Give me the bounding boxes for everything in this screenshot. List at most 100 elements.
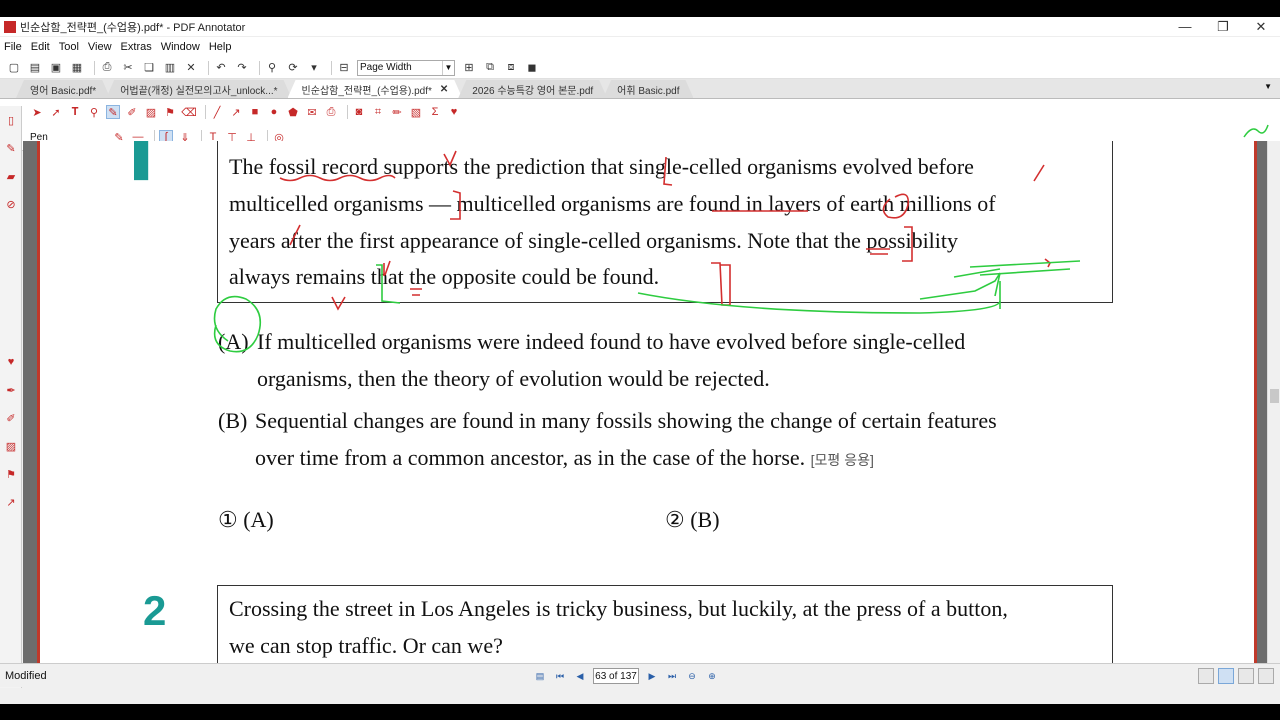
choice-2[interactable]: ② (B)	[665, 507, 720, 533]
text-select-icon[interactable]: 𝐓	[68, 105, 82, 119]
highlighter-favorite-icon[interactable]: ✐	[0, 404, 22, 432]
menu-window[interactable]: Window	[161, 41, 200, 53]
tab-vocab-basic[interactable]: 어휘 Basic.pdf	[603, 80, 693, 98]
passage-line: multicelled organisms — multicelled orga…	[229, 191, 996, 216]
tab-english-basic[interactable]: 영어 Basic.pdf*	[16, 80, 110, 98]
cut-icon[interactable]: ✂	[120, 60, 136, 76]
two-page-view-icon[interactable]	[1238, 668, 1254, 684]
status-text: Modified	[5, 669, 47, 682]
pen-shortcut-icon[interactable]: ✎	[0, 134, 22, 162]
close-tab-icon[interactable]: ✕	[440, 84, 448, 95]
menu-file[interactable]: File	[4, 41, 22, 53]
favorites-heart-icon[interactable]: ♥	[0, 348, 22, 376]
toolbar-divider	[94, 60, 95, 75]
select-annotation-icon[interactable]: ➚	[49, 105, 63, 119]
tab-suneung-special[interactable]: 2026 수능특강 영어 본문.pdf	[458, 80, 607, 98]
tab-grammar-mock[interactable]: 어법끝(개정) 실전모의고사_unlock...*	[106, 80, 291, 98]
print-icon[interactable]: ⎙	[99, 60, 115, 76]
document-tabs: 영어 Basic.pdf* 어법끝(개정) 실전모의고사_unlock...* …	[0, 79, 1280, 99]
zoom-in-icon[interactable]: ⊞	[461, 60, 477, 76]
copy-icon[interactable]: ❏	[141, 60, 157, 76]
camera-icon[interactable]: ◙	[352, 105, 366, 119]
fit-width-icon[interactable]: ⧈	[503, 60, 519, 76]
menu-extras[interactable]: Extras	[121, 41, 152, 53]
highlighter-icon[interactable]: ✐	[125, 105, 139, 119]
delete-icon[interactable]: ✕	[183, 60, 199, 76]
single-page-view-icon[interactable]	[1198, 668, 1214, 684]
back-icon[interactable]: ⊖	[685, 669, 699, 683]
tab-label: 영어 Basic.pdf*	[30, 85, 97, 97]
sum-icon[interactable]: Σ	[428, 105, 442, 119]
forward-icon[interactable]: ⊕	[705, 669, 719, 683]
two-page-continuous-view-icon[interactable]	[1258, 668, 1274, 684]
find-icon[interactable]: ⚲	[264, 60, 280, 76]
close-button[interactable]: ✕	[1242, 19, 1280, 35]
image-icon[interactable]: ▨	[144, 105, 158, 119]
option-a-line: If multicelled organisms were indeed fou…	[257, 329, 966, 354]
redo-icon[interactable]: ↷	[234, 60, 250, 76]
paste-icon[interactable]: ▥	[162, 60, 178, 76]
pencil-icon[interactable]: ✏	[390, 105, 404, 119]
page-number-field[interactable]: 63 of 137	[593, 668, 639, 684]
save-icon[interactable]: ▣	[48, 60, 64, 76]
vertical-scrollbar[interactable]	[1267, 141, 1280, 678]
stamp-icon[interactable]: ⚑	[163, 105, 177, 119]
menu-bar: File Edit Tool View Extras Window Help	[0, 37, 1280, 57]
fullscreen-icon[interactable]: ◼	[524, 60, 540, 76]
eraser-icon[interactable]: ⌫	[181, 105, 197, 119]
document-area[interactable]: ▌ The fossil record supports the predict…	[23, 141, 1267, 678]
rectangle-icon[interactable]: ■	[248, 105, 262, 119]
next-page-icon[interactable]: ▶	[645, 669, 659, 683]
stamp-favorite-icon[interactable]: ⚑	[0, 460, 22, 488]
pen-favorite-icon[interactable]: ✒	[0, 376, 22, 404]
title-bar: 빈순삽함_전략편_(수업용).pdf* - PDF Annotator — ❐ …	[0, 17, 1280, 37]
restore-button[interactable]: ❐	[1204, 19, 1242, 35]
tab-current-document[interactable]: 빈순삽함_전략편_(수업용).pdf* ✕	[288, 80, 463, 98]
zoom-select[interactable]: Page Width ▼	[357, 59, 455, 76]
crop-icon[interactable]: ⌗	[371, 105, 385, 119]
tab-label: 빈순삽함_전략편_(수업용).pdf*	[301, 85, 432, 97]
export-icon[interactable]: ▾	[306, 60, 322, 76]
scrollbar-thumb[interactable]	[1270, 389, 1279, 403]
undo-icon[interactable]: ↶	[213, 60, 229, 76]
menu-help[interactable]: Help	[209, 41, 232, 53]
polygon-icon[interactable]: ⬟	[286, 105, 300, 119]
pen-tool-icon[interactable]: ✎	[106, 105, 120, 119]
menu-tool[interactable]: Tool	[59, 41, 79, 53]
pdf-page: ▌ The fossil record supports the predict…	[37, 141, 1257, 678]
mail-icon[interactable]: ✉	[305, 105, 319, 119]
bookmark-icon[interactable]: ▤	[533, 669, 547, 683]
source-note: [모평 응용]	[810, 452, 874, 468]
first-page-icon[interactable]: ⏮	[553, 669, 567, 683]
zoom-out-icon[interactable]: ⊟	[336, 60, 352, 76]
q2-passage-box: Crossing the street in Los Angeles is tr…	[217, 585, 1113, 670]
select-arrow-icon[interactable]: ➤	[30, 105, 44, 119]
menu-edit[interactable]: Edit	[31, 41, 50, 53]
insert-image-icon[interactable]: ▧	[409, 105, 423, 119]
favorite-heart-icon[interactable]: ♥	[447, 105, 461, 119]
magnifier-icon[interactable]: ⚲	[87, 105, 101, 119]
folder-icon[interactable]: ▰	[0, 162, 22, 190]
fit-page-icon[interactable]: ⧉	[482, 60, 498, 76]
ellipse-icon[interactable]: ●	[267, 105, 281, 119]
continuous-view-icon[interactable]	[1218, 668, 1234, 684]
printer-stamp-icon[interactable]: ⎙	[324, 105, 338, 119]
arrow-favorite-icon[interactable]: ↗	[0, 488, 22, 516]
choice-1[interactable]: ① (A)	[218, 507, 274, 533]
arrow-icon[interactable]: ↗	[229, 105, 243, 119]
tab-label: 어휘 Basic.pdf	[617, 85, 680, 97]
image-favorite-icon[interactable]: ▨	[0, 432, 22, 460]
minimize-button[interactable]: —	[1166, 19, 1204, 35]
new-icon[interactable]: ▢	[6, 60, 22, 76]
prev-page-icon[interactable]: ◀	[573, 669, 587, 683]
attachment-icon[interactable]: ⊘	[0, 190, 22, 218]
save-all-icon[interactable]: ▦	[69, 60, 85, 76]
menu-view[interactable]: View	[88, 41, 112, 53]
last-page-icon[interactable]: ⏭	[665, 669, 679, 683]
thumbnails-icon[interactable]: ▯	[0, 106, 22, 134]
open-folder-icon[interactable]: ▤	[27, 60, 43, 76]
rotate-icon[interactable]: ⟳	[285, 60, 301, 76]
line-icon[interactable]: ╱	[210, 105, 224, 119]
tab-list-icon[interactable]: ▼	[1264, 82, 1272, 91]
passage-line: always remains that the opposite could b…	[229, 264, 660, 289]
